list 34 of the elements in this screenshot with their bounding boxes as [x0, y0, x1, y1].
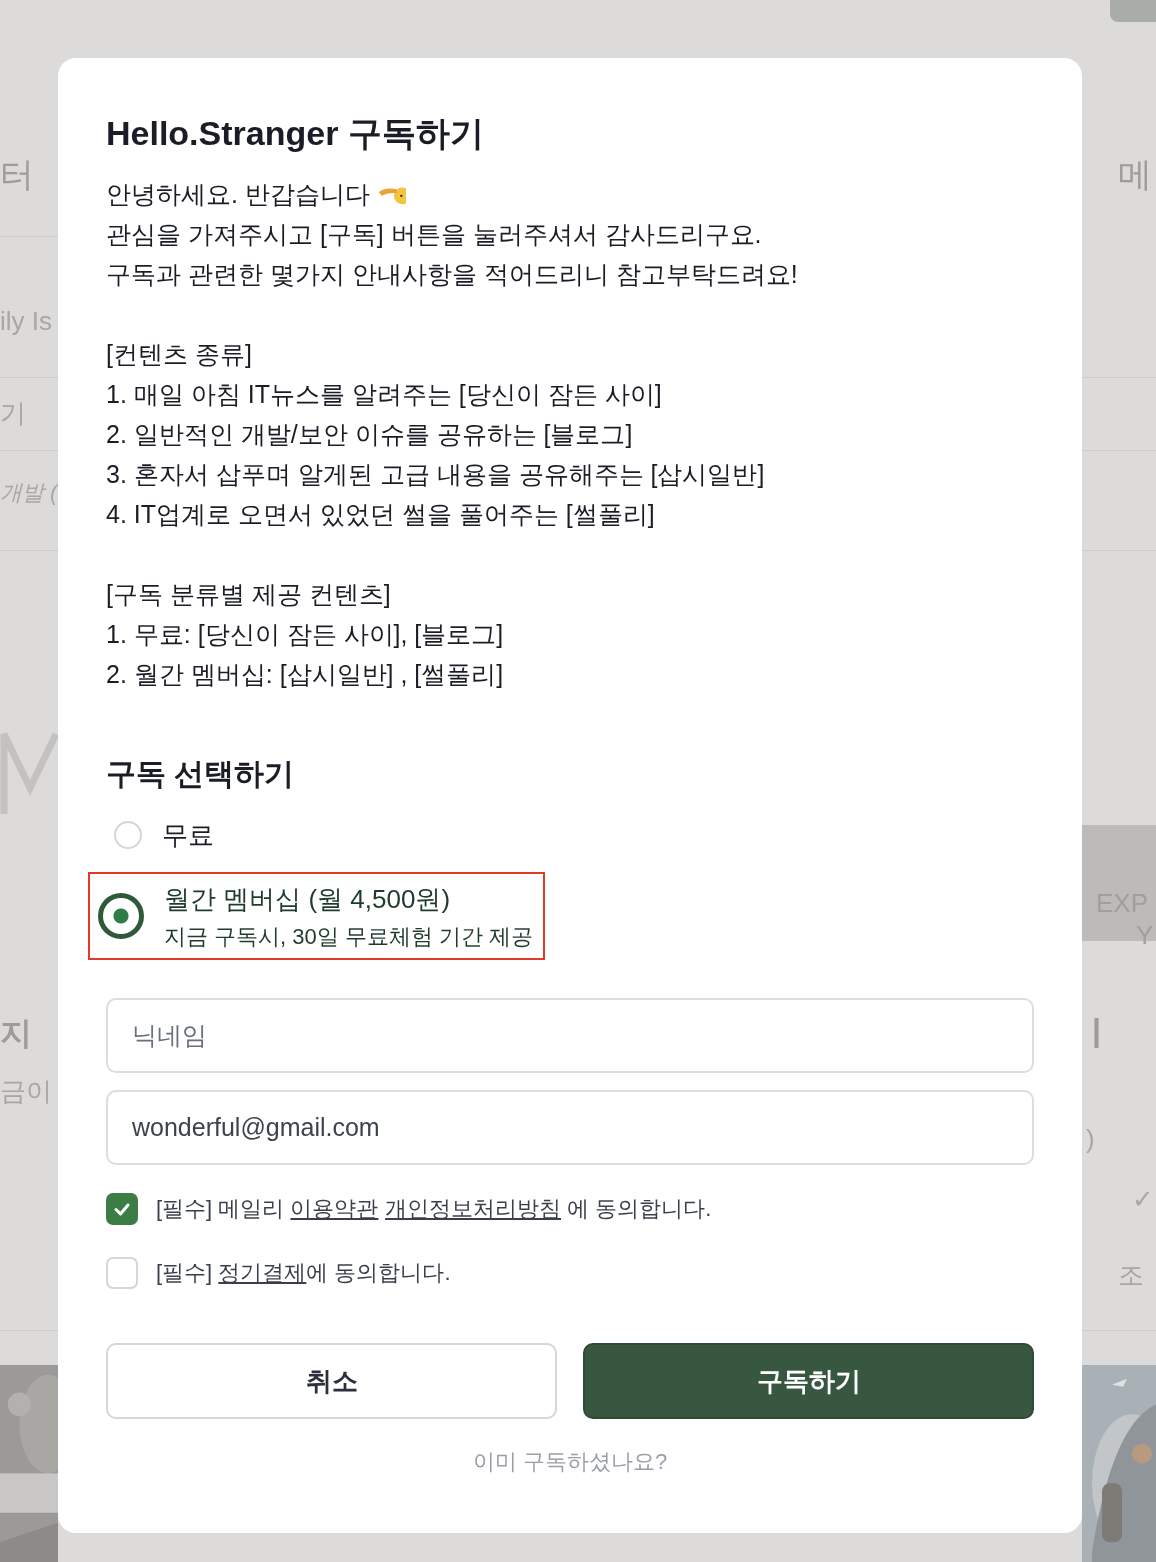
- background-text: Y: [1136, 920, 1154, 951]
- background-text: 터: [0, 154, 34, 195]
- intro-text: [구독 분류별 제공 컨텐츠]: [106, 579, 392, 610]
- plan-heading: 구독 선택하기: [106, 756, 296, 792]
- intro-text: [컨텐츠 종류]: [106, 339, 253, 370]
- cancel-button[interactable]: 취소: [106, 1343, 557, 1419]
- radio-button[interactable]: [98, 893, 144, 939]
- intro-text: 4. IT업계로 오면서 있었던 썰을 풀어주는 [썰풀리]: [106, 499, 656, 530]
- agreement-text: [필수] 메일리 이용약관 개인정보처리방침 에 동의합니다.: [156, 1195, 712, 1223]
- subscribe-button[interactable]: 구독하기: [583, 1343, 1034, 1419]
- background-text: 메: [1118, 154, 1152, 195]
- terms-link[interactable]: 정기결제: [218, 1260, 307, 1285]
- intro-text: 관심을 가져주시고 [구독] 버튼을 눌러주셔서 감사드리구요.: [106, 219, 763, 250]
- background-text: ✓: [1132, 1184, 1154, 1215]
- plan-label: 월간 멤버십 (월 4,500원): [164, 883, 452, 916]
- background-text: ): [1086, 1124, 1095, 1155]
- intro-text: 3. 혼자서 삽푸며 알게된 고급 내용을 공유해주는 [삽시일반]: [106, 459, 766, 490]
- background-text: |: [1092, 1012, 1101, 1049]
- checkbox[interactable]: [106, 1193, 138, 1225]
- intro-text: 1. 매일 아침 IT뉴스를 알려주는 [당신이 잠든 사이]: [106, 379, 663, 410]
- plan-label: 무료: [162, 819, 214, 852]
- greeting-text: 안녕하세요. 반갑습니다: [106, 179, 370, 210]
- plan-note: 지금 구독시, 30일 무료체험 기간 제공: [164, 923, 534, 951]
- intro-text: 구독과 관련한 몇가지 안내사항을 적어드리니 참고부탁드려요!: [106, 259, 799, 290]
- intro-text: 2. 일반적인 개발/보안 이슈를 공유하는 [블로그]: [106, 419, 634, 450]
- background-text: 지: [0, 1014, 32, 1053]
- text-field[interactable]: 닉네임: [106, 998, 1034, 1073]
- agreement-text: [필수] 정기결제에 동의합니다.: [156, 1259, 451, 1287]
- dialog-title: Hello.Stranger 구독하기: [106, 113, 485, 154]
- intro-text: 2. 월간 멤버십: [삽시일반] , [썰풀리]: [106, 659, 505, 690]
- text-field[interactable]: wonderful@gmail.com: [106, 1090, 1034, 1165]
- terms-link[interactable]: 개인정보처리방침: [385, 1196, 562, 1221]
- terms-link[interactable]: 이용약관: [290, 1196, 379, 1221]
- intro-text: 1. 무료: [당신이 잠든 사이], [블로그]: [106, 619, 505, 650]
